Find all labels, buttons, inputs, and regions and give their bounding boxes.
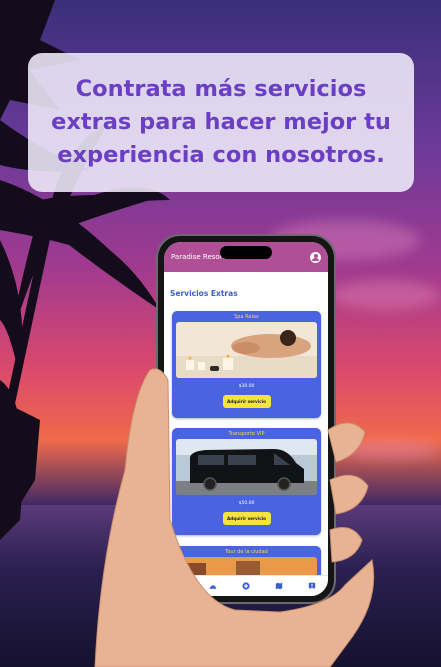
bottom-navigation: [164, 575, 328, 596]
service-price: $50.00: [238, 501, 255, 506]
dynamic-island: [220, 246, 272, 259]
account-circle-icon[interactable]: [310, 251, 321, 263]
service-card: Transporte VIP $50.00 Adquirir servicio: [172, 428, 321, 535]
service-price: $30.00: [238, 384, 255, 389]
map-icon[interactable]: [274, 581, 284, 591]
spa-massage-photo: [176, 322, 317, 378]
phone-mockup: Paradise Resort Servicios Extras Spa Rel…: [158, 236, 334, 602]
service-card: Spa Relax $30.00 Adquirir servicio: [172, 311, 321, 418]
service-name: Tour de la ciudad: [225, 549, 268, 555]
service-name: Spa Relax: [234, 314, 259, 320]
promo-headline-box: Contrata más servicios extras para hacer…: [28, 53, 414, 192]
black-van-photo: [176, 439, 317, 495]
promo-headline: Contrata más servicios extras para hacer…: [51, 76, 391, 168]
services-icon[interactable]: [208, 581, 218, 591]
add-icon[interactable]: [241, 581, 251, 591]
section-title: Servicios Extras: [170, 289, 238, 298]
service-name: Transporte VIP: [228, 431, 265, 437]
buy-service-button[interactable]: Adquirir servicio: [222, 395, 271, 408]
phone-screen: Paradise Resort Servicios Extras Spa Rel…: [164, 242, 328, 596]
buy-service-button[interactable]: Adquirir servicio: [222, 512, 271, 525]
info-icon[interactable]: [307, 581, 317, 591]
home-icon[interactable]: [175, 581, 185, 591]
city-tour-photo: [176, 557, 317, 577]
